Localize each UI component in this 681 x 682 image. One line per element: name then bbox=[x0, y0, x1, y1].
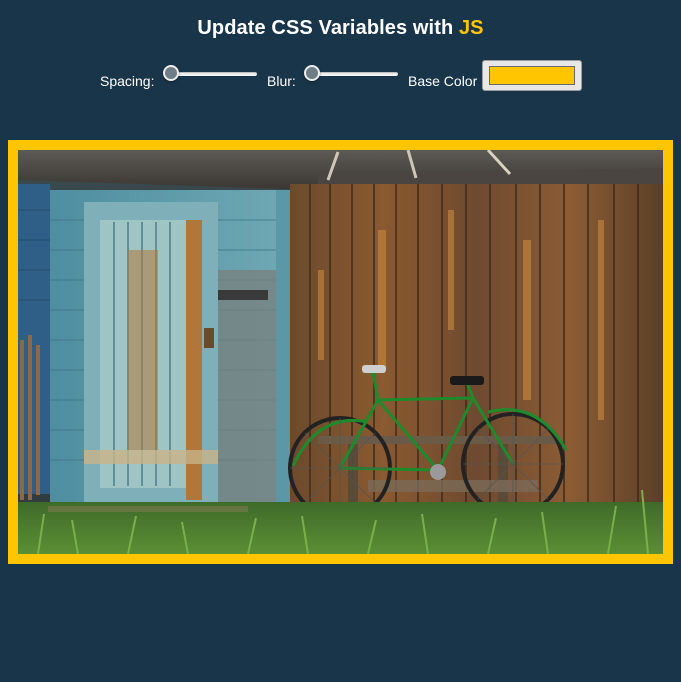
spacing-slider-thumb[interactable] bbox=[163, 65, 179, 81]
title-highlight: JS bbox=[458, 17, 484, 39]
blur-slider-thumb[interactable] bbox=[304, 65, 320, 81]
base-color-swatch[interactable] bbox=[489, 66, 575, 85]
image-frame bbox=[8, 140, 673, 564]
spacing-label: Spacing: bbox=[100, 73, 155, 89]
spacing-slider-track[interactable] bbox=[169, 72, 257, 76]
page-title: Update CSS Variables with JS bbox=[0, 17, 681, 40]
base-color-label: Base Color bbox=[408, 73, 478, 89]
shed-bicycle-photo bbox=[18, 150, 663, 554]
base-color-picker[interactable] bbox=[482, 60, 582, 91]
blur-slider[interactable] bbox=[304, 64, 398, 82]
controls-bar: Spacing: Blur: Base Color bbox=[0, 60, 681, 92]
photo-illustration bbox=[18, 150, 663, 554]
blur-slider-track[interactable] bbox=[310, 72, 398, 76]
spacing-slider[interactable] bbox=[163, 64, 257, 82]
title-text: Update CSS Variables with bbox=[197, 17, 459, 39]
blur-label: Blur: bbox=[267, 73, 296, 89]
page: Update CSS Variables with JS Spacing: Bl… bbox=[0, 0, 681, 682]
